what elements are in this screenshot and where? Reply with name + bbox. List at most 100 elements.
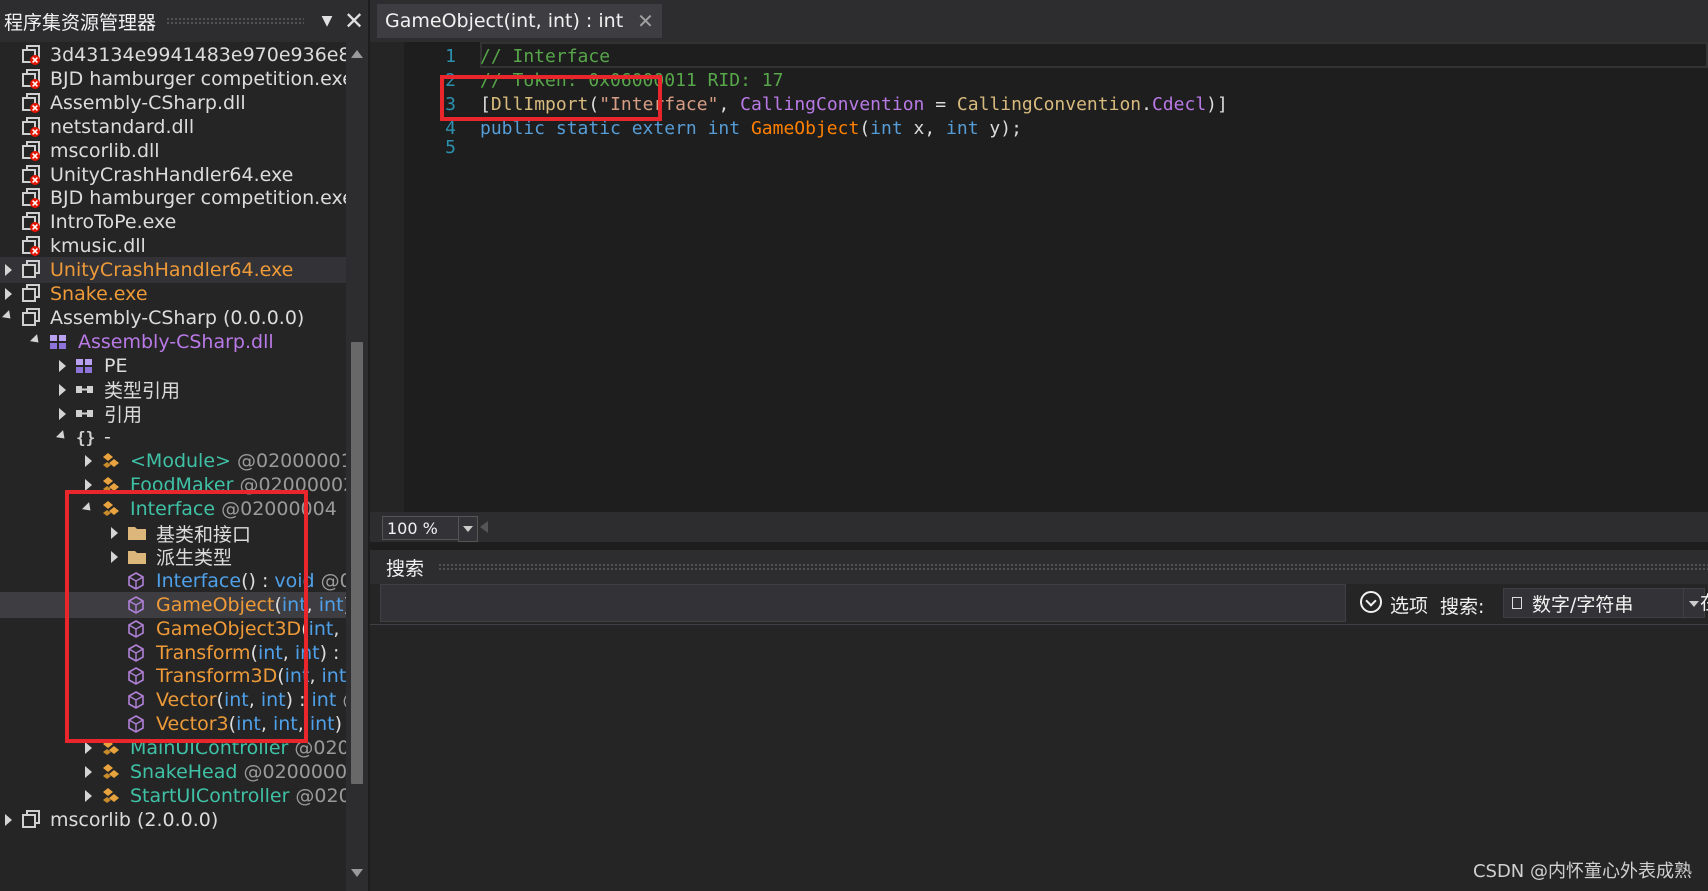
assembly-error-icon [20, 187, 42, 209]
tree-item-label-part: int [318, 593, 344, 616]
tree-item-label: UnityCrashHandler64.exe [50, 163, 294, 186]
expand-arrow-icon[interactable] [80, 472, 96, 498]
tree-item[interactable]: 引用 [0, 401, 346, 427]
tree-item[interactable]: Assembly-CSharp.dll [0, 329, 346, 355]
tree-item[interactable]: {} - [0, 424, 346, 450]
class-icon [100, 737, 122, 759]
zoom-level[interactable]: 100 % [382, 516, 460, 540]
assembly-error-icon [20, 116, 42, 138]
tree-item[interactable]: PE [0, 353, 346, 379]
tree-item[interactable]: Transform3D(int, int [0, 663, 346, 689]
tree-item[interactable]: StartUIController @02000007 [0, 783, 346, 809]
tree-item[interactable]: Vector(int, int) : int @ [0, 687, 346, 713]
line-number: 5 [445, 137, 456, 158]
tree-item[interactable]: Interface() : void @06000010 [0, 568, 346, 594]
collapse-arrow-icon[interactable] [0, 305, 16, 331]
tree-item[interactable]: netstandard.dll [0, 114, 346, 140]
tree-item[interactable]: 类型引用 [0, 377, 346, 403]
method-icon [126, 642, 148, 664]
assembly-tree: 3d43134e9941483e970e936e88c BJD hamburger… [0, 42, 346, 891]
code-token: ); [1000, 118, 1022, 139]
expand-arrow-icon[interactable] [106, 544, 122, 570]
tree-item-label-part: Interface [156, 569, 242, 592]
scroll-up-icon[interactable] [351, 50, 363, 58]
tree-item[interactable]: GameObject(int, int) : int [0, 591, 346, 618]
tree-item[interactable]: mscorlib.dll [0, 138, 346, 164]
collapse-arrow-icon[interactable] [54, 424, 70, 450]
scrollbar-thumb[interactable] [351, 342, 363, 784]
tree-item-label-part: int [257, 641, 283, 664]
tree-item[interactable]: UnityCrashHandler64.exe [0, 257, 346, 284]
chevron-down-circle-icon[interactable] [1360, 591, 1382, 613]
tree-item[interactable]: 派生类型 [0, 544, 346, 570]
expand-arrow-icon[interactable] [0, 257, 16, 283]
expand-arrow-icon[interactable] [80, 783, 96, 809]
expand-arrow-icon[interactable] [106, 520, 122, 546]
tree-vertical-scrollbar[interactable] [346, 42, 368, 891]
tree-item[interactable]: 3d43134e9941483e970e936e88c [0, 42, 346, 68]
panel-drag-grip[interactable] [438, 563, 1708, 571]
tree-item-label-part: int [321, 665, 346, 688]
assembly-icon [20, 283, 42, 305]
search-input[interactable] [381, 585, 1345, 621]
panel-drag-grip[interactable] [166, 17, 304, 25]
tree-item[interactable]: 基类和接口 [0, 520, 346, 546]
class-icon [100, 474, 122, 496]
chevron-down-icon[interactable]: ▼ [314, 13, 340, 29]
tree-item[interactable]: FoodMaker @02000002 [0, 472, 346, 498]
chevron-down-icon[interactable] [458, 516, 478, 542]
tree-item-label: FoodMaker @02000002 [130, 474, 346, 496]
tree-item[interactable]: Interface @02000004 [0, 496, 346, 522]
tree-item-label-part: StartUIController [130, 784, 290, 807]
collapse-arrow-icon[interactable] [80, 496, 96, 522]
scroll-left-icon[interactable] [480, 521, 488, 533]
tree-item-label: UnityCrashHandler64.exe [50, 259, 294, 282]
close-icon[interactable]: ✕ [340, 7, 368, 35]
tree-item[interactable]: GameObject3D(int, int [0, 616, 346, 642]
tree-item[interactable]: Assembly-CSharp (0.0.0.0) [0, 305, 346, 331]
search-type-select[interactable]: 数字/字符串 [1503, 588, 1685, 618]
close-icon[interactable]: ✕ [637, 9, 654, 33]
tree-item[interactable]: Vector3(int, int, int) : [0, 711, 346, 737]
code-editor[interactable]: 1 2 3 45 // Interface // Token: 0x06000011 R… [370, 42, 1708, 512]
expand-arrow-icon[interactable] [54, 377, 70, 403]
tree-item[interactable]: Assembly-CSharp.dll [0, 90, 346, 116]
scroll-down-icon[interactable] [351, 869, 363, 877]
search-panel-header: 搜索 [370, 550, 1708, 584]
tree-item[interactable]: IntroToPe.exe [0, 209, 346, 235]
search-in-label[interactable]: 在 [1700, 588, 1708, 618]
tree-item[interactable]: Snake.exe [0, 281, 346, 307]
expand-arrow-icon[interactable] [0, 807, 16, 833]
expand-arrow-icon[interactable] [80, 448, 96, 474]
collapse-arrow-icon[interactable] [28, 329, 44, 355]
tree-item-label: Assembly-CSharp.dll [78, 330, 274, 353]
expand-arrow-icon[interactable] [80, 735, 96, 761]
tree-item[interactable]: SnakeHead @02000005 [0, 759, 346, 785]
expand-arrow-icon[interactable] [54, 353, 70, 379]
tree-item[interactable]: UnityCrashHandler64.exe [0, 162, 346, 188]
expand-arrow-icon[interactable] [80, 759, 96, 785]
tab-gameobject[interactable]: GameObject(int, int) : int ✕ [377, 4, 662, 38]
tree-item[interactable]: <Module> @02000001 [0, 448, 346, 474]
tree-item-label-part: , [297, 713, 310, 736]
expand-arrow-icon[interactable] [0, 281, 16, 307]
tree-item[interactable]: Transform(int, int) : int [0, 640, 346, 666]
tree-item[interactable]: kmusic.dll [0, 233, 346, 259]
tree-item[interactable]: mscorlib (2.0.0.0) [0, 807, 346, 833]
search-input-box[interactable] [380, 584, 1346, 622]
code-token: Cdecl [1151, 94, 1207, 115]
expand-arrow-icon[interactable] [54, 401, 70, 427]
tree-item-label: - [104, 426, 111, 449]
tree-item[interactable]: MainUIController @02000006 [0, 735, 346, 761]
tree-item[interactable]: BJD hamburger competition.exe [0, 185, 346, 211]
options-button[interactable]: 选项 [1390, 591, 1428, 618]
tree-item[interactable]: BJD hamburger competition.exe [0, 66, 346, 92]
assembly-error-icon [20, 92, 42, 114]
tree-item-label-part: int [272, 713, 298, 736]
class-icon [100, 450, 122, 472]
